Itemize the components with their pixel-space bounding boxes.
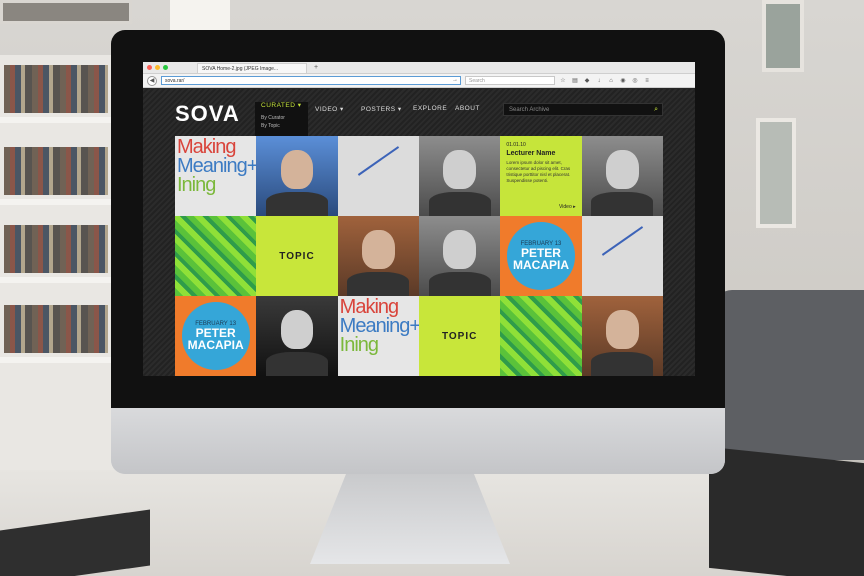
lecturer-photo-tile[interactable] [581,296,663,376]
poster-circle: FEBRUARY 13 PETER MACAPIA [506,222,576,290]
poster-name: PETER MACAPIA [187,325,244,352]
menu-icon[interactable]: ≡ [643,78,651,84]
menu-explore[interactable]: EXPLORE [413,105,447,112]
drawing-stroke [601,226,643,256]
archive-search-input[interactable]: Search Archive ⌕ [503,103,663,116]
topic-label: TOPIC [441,330,478,342]
star-icon[interactable]: ☆ [559,77,567,84]
home-icon[interactable]: ⌂ [607,78,615,84]
wall-frame [0,0,132,24]
portrait-shoulders [266,192,328,216]
sofa [714,290,864,460]
topic-tile[interactable]: TOPIC [419,296,501,376]
pocket-icon[interactable]: ◆ [583,77,591,84]
minimize-window-button[interactable] [155,65,160,70]
sync-icon[interactable]: ◎ [631,77,639,84]
submenu-by-curator[interactable]: By Curator [261,114,285,122]
lecturer-description: Lorem ipsum dolor sit amet, consectetur … [506,160,571,183]
browser-titlebar: SOVA Home-2.jpg (JPEG Image... + [143,62,695,74]
site-logo[interactable]: SOVA [175,101,240,127]
making-meaning-poster-tile[interactable]: Making Meaning+ Ining [175,136,257,216]
curated-submenu: By Curator By Topic [261,114,285,130]
lecturer-photo-tile[interactable] [256,296,338,376]
lecturer-date: 01.01.10 [506,142,526,148]
drawing-tile[interactable] [337,136,419,216]
lecturer-photo-tile[interactable] [337,216,419,296]
new-tab-button[interactable]: + [314,64,318,71]
browser-navbar: ◀ sova.rar/ → Search ☆ ▤ ◆ ↓ ⌂ ◉ ◎ ≡ [143,74,695,88]
portrait-face [443,230,476,269]
pattern-tile[interactable] [175,216,257,296]
site-header: SOVA CURATED ▾ By Curator By Topic VIDEO… [143,89,695,136]
portrait-shoulders [428,192,491,216]
sova-site: SOVA CURATED ▾ By Curator By Topic VIDEO… [143,89,695,376]
go-icon[interactable]: → [452,77,458,83]
url-text: sova.rar/ [165,78,185,84]
menu-about[interactable]: ABOUT [455,105,480,112]
menu-posters[interactable]: POSTERS ▾ [361,105,402,113]
lecturer-photo-tile[interactable] [419,216,501,296]
screen: SOVA Home-2.jpg (JPEG Image... + ◀ sova.… [143,62,695,376]
pattern-tile[interactable] [500,296,582,376]
lecturer-photo-tile[interactable] [419,136,501,216]
poster-name: PETER MACAPIA [512,245,569,272]
topic-label: TOPIC [279,250,315,262]
lecturer-name: Lecturer Name [506,150,556,157]
browser-tab[interactable]: SOVA Home-2.jpg (JPEG Image... [197,62,307,73]
portrait-face [443,150,476,189]
back-icon[interactable]: ◀ [147,75,157,86]
poster-line: Ining [339,334,379,356]
url-bar[interactable]: sova.rar/ → [161,76,461,85]
lecturer-info-tile[interactable]: 01.01.10 Lecturer Name Lorem ipsum dolor… [500,136,582,216]
portrait-shoulders [266,352,328,376]
portrait-shoulders [591,192,654,216]
search-icon[interactable]: ⌕ [654,106,658,114]
download-icon[interactable]: ↓ [595,78,603,84]
poster-line: Ining [177,174,216,196]
portrait-face [606,150,639,189]
monitor-chin [111,408,725,474]
making-meaning-poster-tile[interactable]: Making Meaning+ Ining [337,296,419,376]
portrait-shoulders [591,352,654,376]
wall-picture [762,0,804,72]
poster-circle: FEBRUARY 13 PETER MACAPIA [181,302,250,370]
chat-icon[interactable]: ◉ [619,77,627,84]
menu-video[interactable]: VIDEO ▾ [315,105,344,113]
video-link[interactable]: Video ▸ [559,204,576,210]
wall-picture [756,118,796,228]
archive-search-placeholder: Search Archive [509,107,550,113]
reading-list-icon[interactable]: ▤ [571,77,579,84]
window-light [170,0,230,30]
bookshelf [0,55,120,475]
book-stack [709,446,864,576]
macapia-poster-tile[interactable]: FEBRUARY 13 PETER MACAPIA [500,216,582,296]
lecturer-photo-tile[interactable] [256,136,338,216]
portrait-shoulders [428,272,491,296]
portrait-shoulders [347,272,410,296]
lecturer-photo-tile[interactable] [581,136,663,216]
topic-tile[interactable]: TOPIC [256,216,338,296]
portrait-face [606,310,639,349]
portrait-face [280,310,314,349]
drawing-tile[interactable] [581,216,663,296]
portrait-face [280,150,314,189]
portrait-face [362,230,395,269]
drawing-stroke [357,146,399,176]
zoom-window-button[interactable] [163,65,168,70]
submenu-by-topic[interactable]: By Topic [261,122,285,130]
content-grid: Making Meaning+ Ining 01.01.10 Lecturer … [175,136,663,376]
browser-search-input[interactable]: Search [465,76,555,85]
search-placeholder: Search [469,78,485,84]
close-window-button[interactable] [147,65,152,70]
macapia-poster-tile[interactable]: FEBRUARY 13 PETER MACAPIA [175,296,257,376]
